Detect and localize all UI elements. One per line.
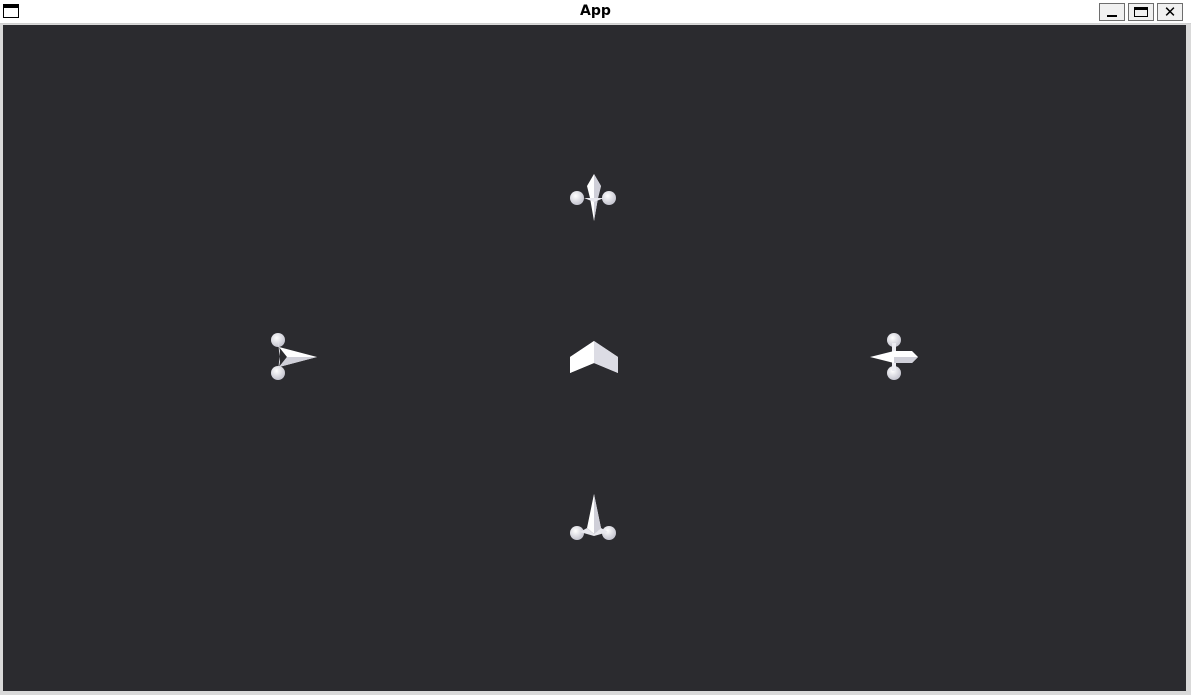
minimize-button[interactable] bbox=[1099, 3, 1125, 21]
window-title: App bbox=[580, 3, 611, 19]
maximize-icon bbox=[1134, 7, 1148, 17]
maximize-button[interactable] bbox=[1128, 3, 1154, 21]
ship-down-icon bbox=[568, 492, 620, 544]
ship-left-icon bbox=[267, 331, 319, 383]
ship-right-icon bbox=[868, 331, 920, 383]
close-button[interactable]: ✕ bbox=[1157, 3, 1183, 21]
close-icon: ✕ bbox=[1163, 2, 1177, 21]
center-chevron-icon bbox=[568, 333, 620, 385]
title-bar[interactable]: App ✕ bbox=[0, 0, 1191, 24]
minimize-icon bbox=[1107, 15, 1117, 17]
ship-up-icon bbox=[568, 171, 620, 223]
app-window: App ✕ bbox=[0, 0, 1191, 695]
game-canvas[interactable] bbox=[3, 25, 1186, 691]
